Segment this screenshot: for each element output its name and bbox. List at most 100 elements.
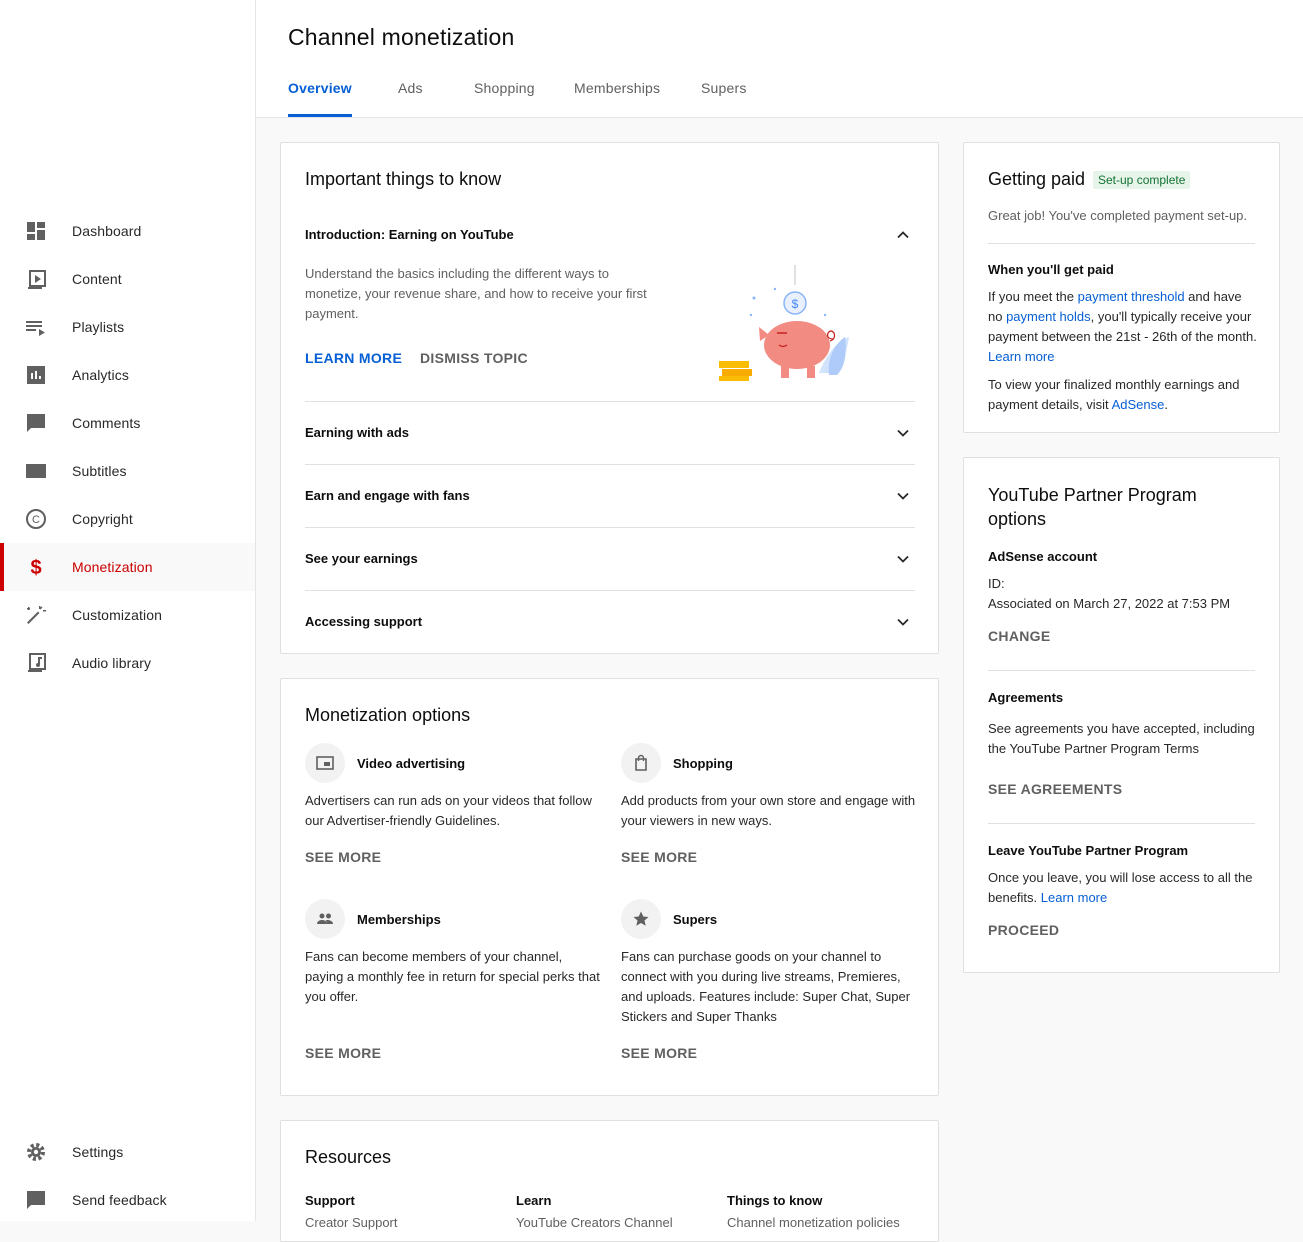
tab-shopping[interactable]: Shopping <box>474 80 535 117</box>
sidebar-item-monetization[interactable]: $ Monetization <box>0 543 255 591</box>
resources-card: Resources Support Creator Support Learn … <box>280 1120 939 1242</box>
topic-title: Earn and engage with fans <box>305 488 470 503</box>
see-more-supers-button[interactable]: SEE MORE <box>621 1045 697 1061</box>
magic-wand-icon <box>27 606 46 624</box>
agreements-description: See agreements you have accepted, includ… <box>988 721 1255 756</box>
intro-topic-body: Understand the basics including the diff… <box>305 266 647 321</box>
tab-ads[interactable]: Ads <box>398 80 423 117</box>
option-description: Fans can purchase goods on your channel … <box>621 949 911 1024</box>
adsense-associated-date: Associated on March 27, 2022 at 7:53 PM <box>988 596 1231 611</box>
playlists-icon <box>26 321 45 336</box>
important-things-card: Important things to know Introduction: E… <box>280 142 939 654</box>
option-description: Advertisers can run ads on your videos t… <box>305 793 592 828</box>
copyright-icon: C <box>26 509 46 529</box>
page-header: Channel monetization Overview Ads Shoppi… <box>256 0 1303 118</box>
topic-title: Accessing support <box>305 614 423 629</box>
analytics-icon <box>27 366 45 384</box>
tab-memberships[interactable]: Memberships <box>574 80 660 117</box>
topic-earning-with-ads[interactable]: Earning with ads <box>305 401 915 465</box>
page-title: Channel monetization <box>288 24 515 50</box>
sidebar-item-playlists[interactable]: Playlists <box>0 303 255 351</box>
adsense-link[interactable]: AdSense <box>1112 397 1165 412</box>
sidebar-item-subtitles[interactable]: Subtitles <box>0 447 255 495</box>
resources-link[interactable]: Creator Support <box>305 1215 398 1230</box>
chevron-down-icon <box>897 492 909 500</box>
adsense-id: ID: <box>988 576 1005 591</box>
option-title: Video advertising <box>357 756 466 771</box>
dismiss-topic-button[interactable]: DISMISS TOPIC <box>420 350 528 366</box>
comments-icon <box>27 414 45 432</box>
payment-threshold-link[interactable]: payment threshold <box>1078 289 1185 304</box>
audio-library-icon <box>26 653 46 672</box>
option-description: Fans can become members of your channel,… <box>305 949 600 1004</box>
adsense-visit-text: To view your finalized monthly earnings … <box>988 377 1240 412</box>
option-title: Shopping <box>673 756 733 771</box>
tab-overview[interactable]: Overview <box>288 80 352 117</box>
svg-text:$: $ <box>30 557 41 579</box>
sidebar-item-label: Comments <box>72 415 141 431</box>
intro-topic-header[interactable]: Introduction: Earning on YouTube <box>305 215 915 255</box>
change-button[interactable]: CHANGE <box>988 628 1050 644</box>
card-title: Monetization options <box>305 705 471 725</box>
proceed-button[interactable]: PROCEED <box>988 922 1059 938</box>
topic-title: Earning with ads <box>305 425 410 440</box>
sidebar-item-dashboard[interactable]: Dashboard <box>0 207 255 255</box>
members-icon <box>305 899 345 939</box>
when-paid-title: When you'll get paid <box>988 262 1114 277</box>
sidebar-item-customization[interactable]: Customization <box>0 591 255 639</box>
learn-more-button[interactable]: LEARN MORE <box>305 350 402 366</box>
payment-holds-link[interactable]: payment holds <box>1006 309 1091 324</box>
agreements-title: Agreements <box>988 690 1064 705</box>
star-icon <box>621 899 661 939</box>
sidebar-item-content[interactable]: Content <box>0 255 255 303</box>
gear-icon <box>27 1143 45 1161</box>
resources-link[interactable]: Channel monetization policies <box>727 1215 900 1230</box>
divider <box>988 243 1255 244</box>
subtitles-icon <box>26 464 46 478</box>
ypp-options-card: YouTube Partner Program options AdSense … <box>963 457 1280 973</box>
sidebar-item-audio-library[interactable]: Audio library <box>0 639 255 687</box>
sidebar: Dashboard Content Playlists Analytics Co… <box>0 0 256 1221</box>
sidebar-item-comments[interactable]: Comments <box>0 399 255 447</box>
feedback-icon <box>27 1191 45 1209</box>
chevron-up-icon <box>897 231 909 239</box>
topic-title: See your earnings <box>305 551 418 566</box>
svg-text:$: $ <box>792 297 799 311</box>
topic-accessing-support[interactable]: Accessing support <box>305 590 915 654</box>
sidebar-item-label: Monetization <box>72 559 153 575</box>
monetization-options-card: Monetization options Video advertising A… <box>280 678 939 1096</box>
status-badge: Set-up complete <box>1093 171 1191 189</box>
tab-supers[interactable]: Supers <box>701 80 747 117</box>
option-description: Add products from your own store and eng… <box>621 793 916 828</box>
card-title: Resources <box>305 1147 392 1167</box>
sidebar-item-label: Send feedback <box>72 1192 167 1208</box>
divider <box>988 823 1255 824</box>
resources-column-title: Learn <box>516 1193 552 1208</box>
content-icon <box>26 270 46 289</box>
sidebar-item-label: Audio library <box>72 655 152 671</box>
dollar-icon: $ <box>30 557 41 579</box>
payment-setup-subtitle: Great job! You've completed payment set-… <box>988 208 1248 223</box>
shopping-bag-icon <box>621 743 661 783</box>
svg-text:C: C <box>32 514 40 526</box>
resources-link[interactable]: YouTube Creators Channel <box>516 1215 673 1230</box>
piggy-bank-illustration: $ <box>719 265 849 381</box>
see-more-shopping-button[interactable]: SEE MORE <box>621 849 697 865</box>
topic-see-your-earnings[interactable]: See your earnings <box>305 527 915 591</box>
see-more-memberships-button[interactable]: SEE MORE <box>305 1045 381 1061</box>
sidebar-item-label: Dashboard <box>72 223 142 239</box>
leave-learn-more-link[interactable]: Learn more <box>1041 890 1107 905</box>
sidebar-item-analytics[interactable]: Analytics <box>0 351 255 399</box>
see-agreements-button[interactable]: SEE AGREEMENTS <box>988 781 1122 797</box>
see-more-video-advertising-button[interactable]: SEE MORE <box>305 849 381 865</box>
chevron-down-icon <box>897 618 909 626</box>
card-title: Important things to know <box>305 169 502 189</box>
sidebar-item-label: Playlists <box>72 319 125 335</box>
sidebar-item-copyright[interactable]: C Copyright <box>0 495 255 543</box>
leave-ypp-description: Once you leave, you will lose access to … <box>988 870 1253 905</box>
sidebar-item-settings[interactable]: Settings <box>0 1128 255 1176</box>
topic-earn-and-engage[interactable]: Earn and engage with fans <box>305 464 915 528</box>
option-title: Memberships <box>357 912 441 927</box>
learn-more-link[interactable]: Learn more <box>988 349 1054 364</box>
sidebar-item-send-feedback[interactable]: Send feedback <box>0 1176 255 1224</box>
